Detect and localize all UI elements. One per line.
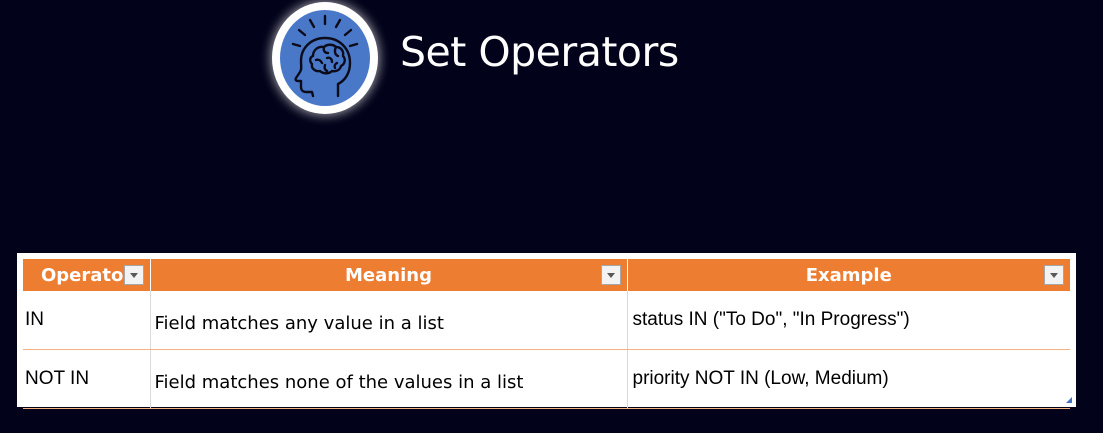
column-header-label: Operato [41, 264, 124, 286]
meaning-cell[interactable]: Field matches any value in a list [150, 291, 628, 350]
column-header-operator[interactable]: Operato [23, 259, 151, 291]
column-header-label: Example [805, 264, 892, 286]
table-row: IN Field matches any value in a list sta… [23, 291, 1070, 350]
column-header-example[interactable]: Example [627, 259, 1070, 291]
operator-cell[interactable]: NOT IN [23, 349, 151, 409]
example-cell[interactable]: priority NOT IN (Low, Medium) [627, 349, 1070, 409]
brain-head-icon [291, 14, 359, 98]
page-title: Set Operators [400, 28, 679, 76]
operator-cell[interactable]: IN [23, 291, 151, 350]
operators-table: Operato Meaning Example IN Field matches… [17, 253, 1076, 409]
table-resize-handle[interactable] [1066, 397, 1072, 403]
filter-dropdown-icon[interactable] [600, 265, 621, 285]
filter-dropdown-icon[interactable] [123, 265, 144, 285]
column-header-meaning[interactable]: Meaning [150, 259, 628, 291]
meaning-cell[interactable]: Field matches none of the values in a li… [150, 349, 628, 409]
brain-head-logo [272, 2, 378, 114]
operators-grid: Operato Meaning Example IN Field matches… [23, 259, 1070, 409]
example-cell[interactable]: status IN ("To Do", "In Progress") [627, 291, 1070, 350]
header-row: Operato Meaning Example [23, 259, 1070, 291]
table-row: NOT IN Field matches none of the values … [23, 349, 1070, 409]
filter-dropdown-icon[interactable] [1044, 265, 1064, 285]
column-header-label: Meaning [345, 264, 432, 286]
